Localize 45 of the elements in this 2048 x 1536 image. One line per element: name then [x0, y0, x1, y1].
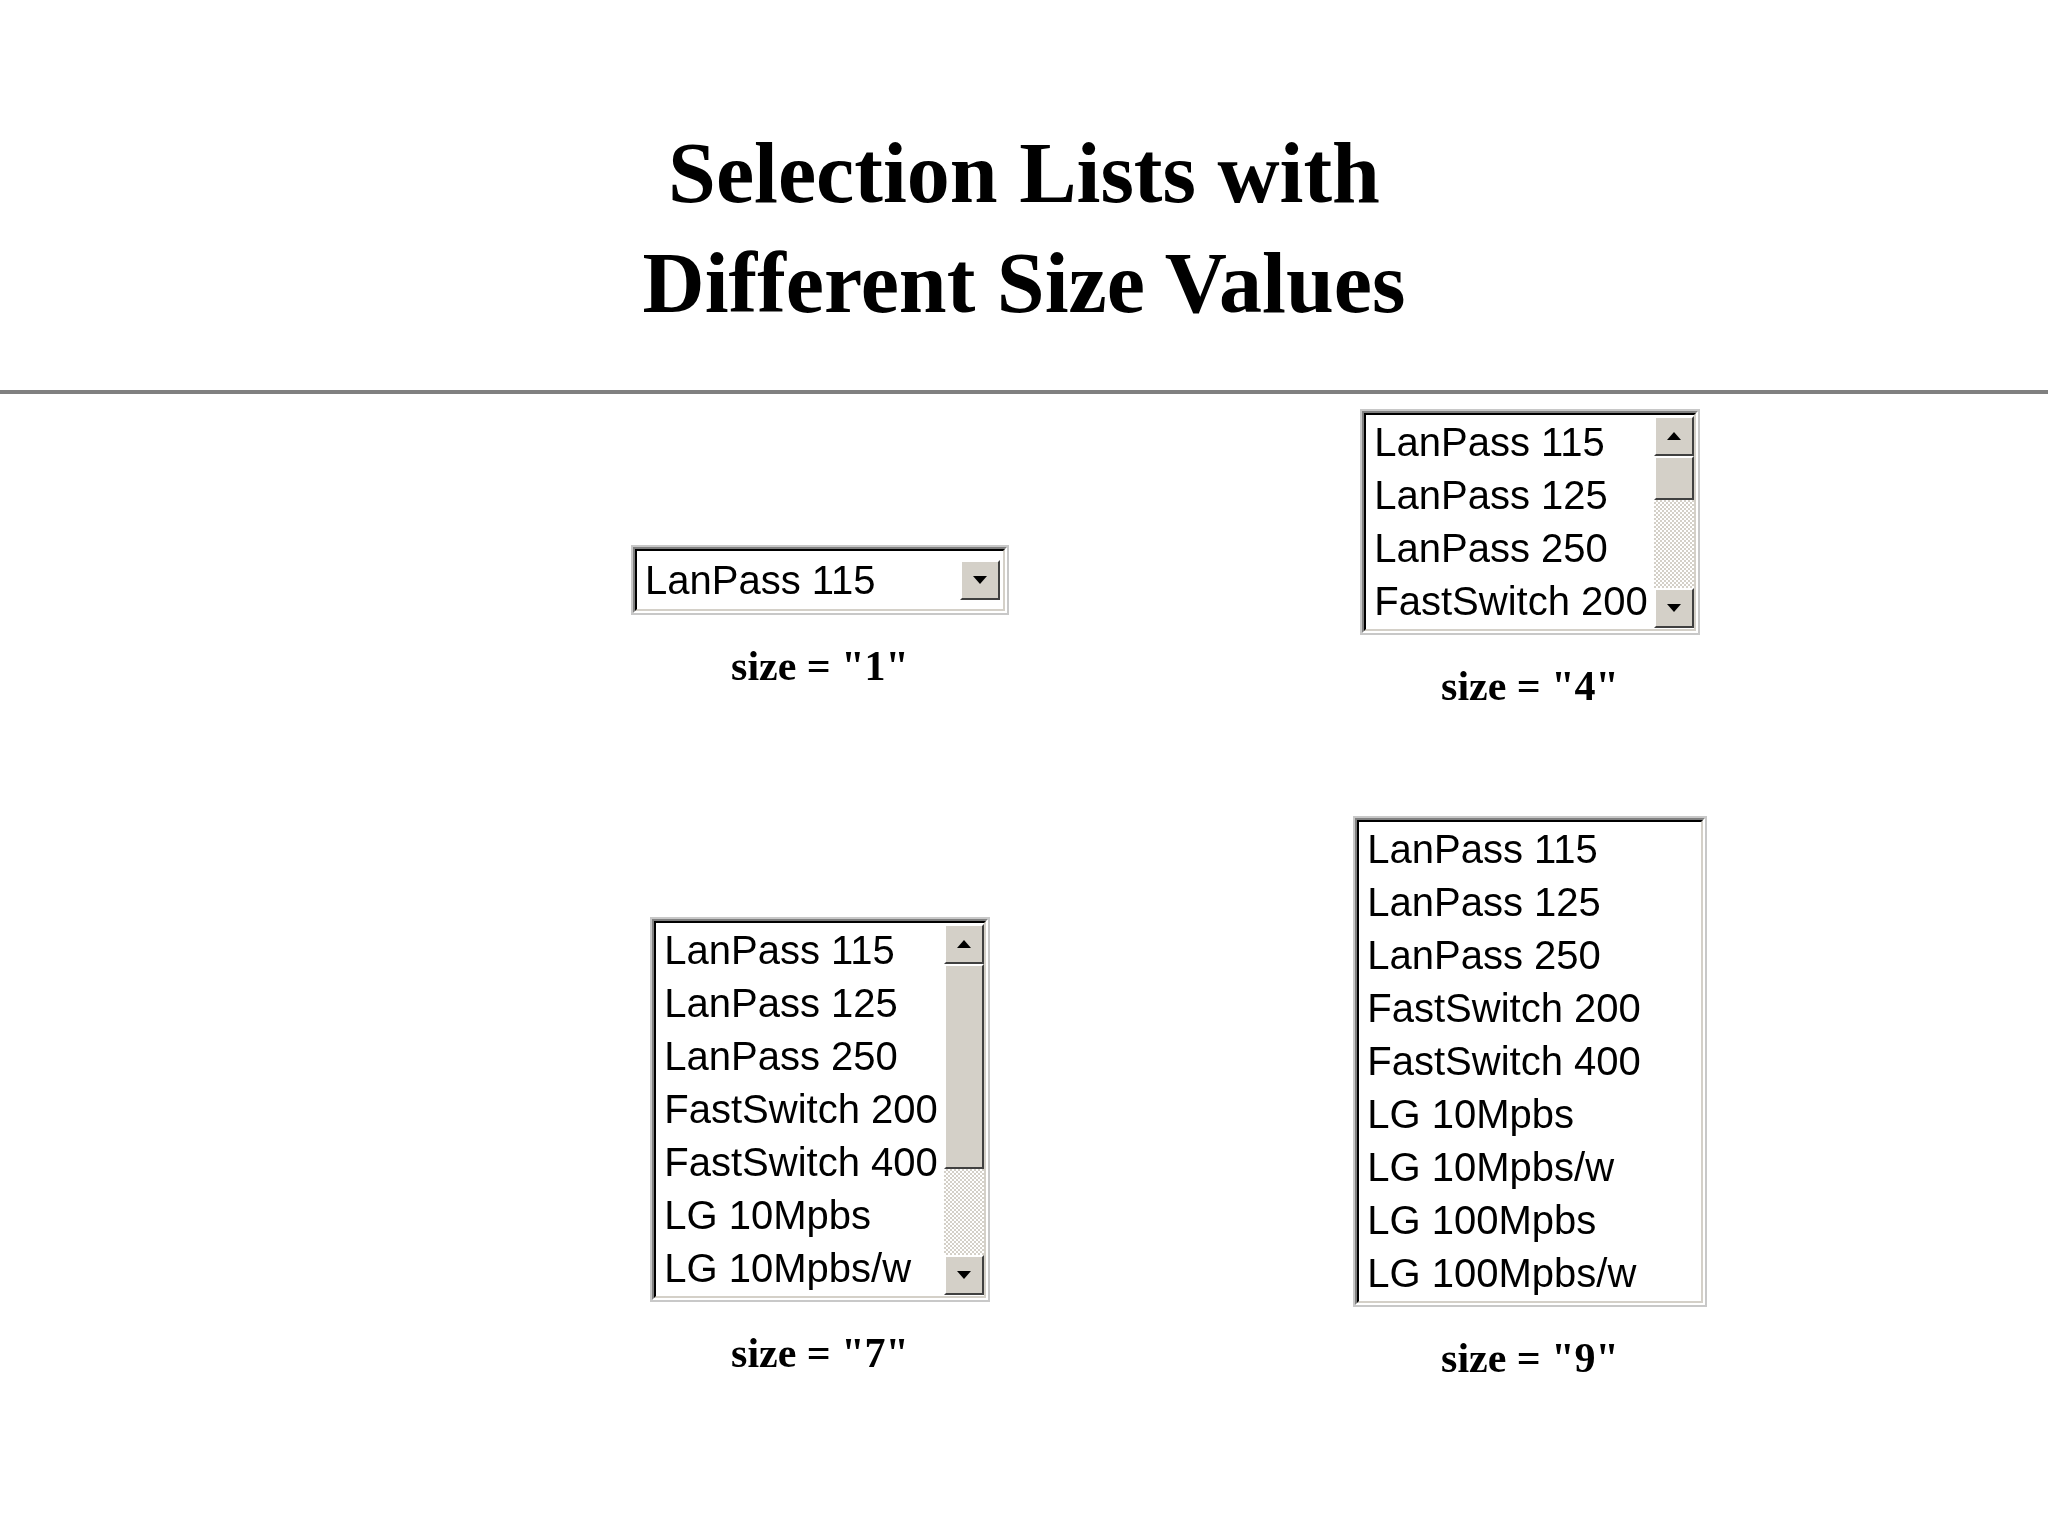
list-option[interactable]: FastSwitch 200 — [664, 1083, 938, 1136]
dropdown-field[interactable]: LanPass 115 — [633, 547, 1007, 613]
list-option[interactable]: LanPass 250 — [1367, 929, 1641, 982]
scroll-up-button[interactable] — [1653, 416, 1694, 456]
list-box[interactable]: LanPass 115 LanPass 125 LanPass 250 FastSwitch 200 FastSwitch 400 LG 10Mpbs LG 10Mpbs/w LG 100Mpbs LG 100Mpbs/w — [1355, 818, 1705, 1305]
dropdown-arrow-button[interactable] — [960, 560, 1000, 600]
list-option[interactable]: FastSwitch 400 — [1367, 1035, 1641, 1088]
list-option[interactable]: LanPass 250 — [1374, 522, 1648, 575]
selected-option: LanPass 115 — [645, 554, 876, 606]
list-option[interactable]: LanPass 115 — [664, 924, 938, 977]
slide-title: Selection Lists with — [668, 124, 1380, 223]
list-option[interactable]: LanPass 125 — [664, 977, 938, 1030]
list-option[interactable]: LanPass 115 — [1367, 823, 1641, 876]
list-option[interactable]: FastSwitch 200 — [1374, 575, 1648, 628]
scrollbar[interactable] — [1653, 416, 1694, 628]
down-triangle-icon — [1666, 604, 1681, 612]
down-triangle-icon — [973, 576, 987, 584]
list-option[interactable]: LG 100Mpbs/w — [1367, 1247, 1641, 1300]
list-option[interactable]: FastSwitch 200 — [1367, 982, 1641, 1035]
slide-title: Different Size Values — [642, 234, 1406, 333]
scroll-down-button[interactable] — [943, 1255, 984, 1295]
list-option[interactable]: LG 10Mpbs/w — [1367, 1141, 1641, 1194]
list-box[interactable]: LanPass 115 LanPass 125 LanPass 250 FastSwitch 200 FastSwitch 400 LG 10Mpbs LG 10Mpbs/w — [652, 919, 988, 1300]
list-option[interactable]: LanPass 125 — [1374, 469, 1648, 522]
list-option[interactable]: LG 100Mpbs — [1367, 1194, 1641, 1247]
up-triangle-icon — [1666, 432, 1681, 440]
size-caption: size = "1" — [731, 642, 909, 691]
list-option[interactable]: LanPass 125 — [1367, 876, 1641, 929]
list-box[interactable]: LanPass 115 LanPass 125 LanPass 250 FastSwitch 200 — [1362, 411, 1698, 633]
scrollbar-thumb[interactable] — [943, 964, 984, 1169]
size-caption: size = "4" — [1441, 662, 1619, 711]
down-triangle-icon — [956, 1271, 971, 1279]
scroll-up-button[interactable] — [943, 924, 984, 964]
scrollbar[interactable] — [943, 924, 984, 1295]
up-triangle-icon — [956, 940, 971, 948]
list-option[interactable]: LG 10Mpbs — [664, 1189, 938, 1242]
list-option[interactable]: FastSwitch 400 — [664, 1136, 938, 1189]
size-caption: size = "7" — [731, 1329, 909, 1378]
list-option[interactable]: LG 10Mpbs/w — [664, 1242, 938, 1295]
scroll-down-button[interactable] — [1653, 588, 1694, 628]
list-option[interactable]: LanPass 115 — [1374, 416, 1648, 469]
list-option[interactable]: LanPass 250 — [664, 1030, 938, 1083]
scrollbar-thumb[interactable] — [1653, 456, 1694, 500]
list-option[interactable]: LG 10Mpbs — [1367, 1088, 1641, 1141]
size-caption: size = "9" — [1441, 1334, 1619, 1383]
